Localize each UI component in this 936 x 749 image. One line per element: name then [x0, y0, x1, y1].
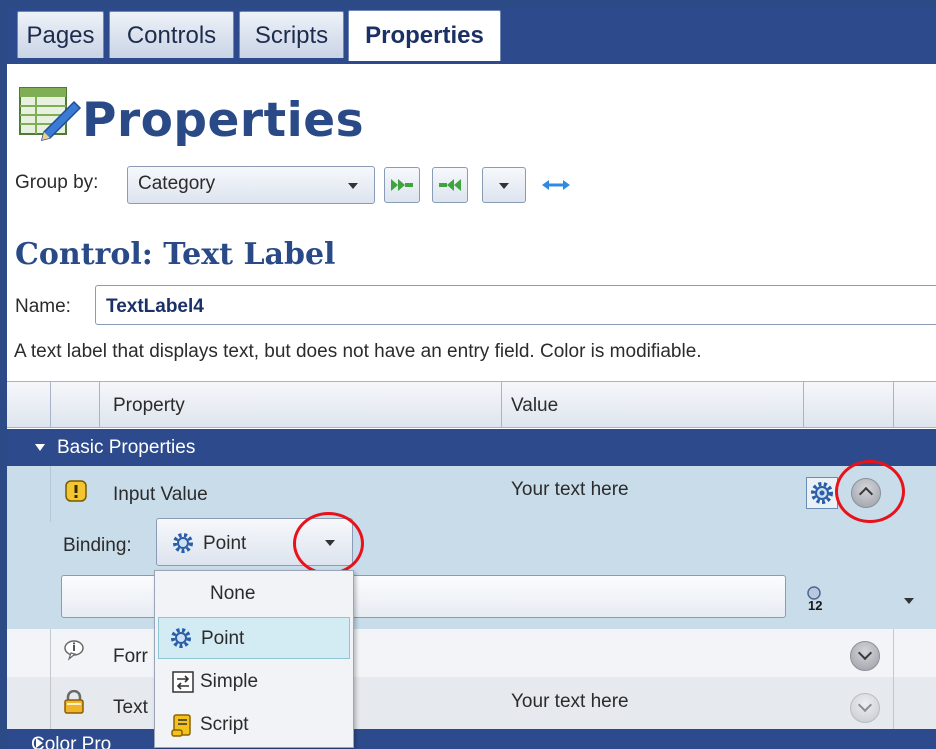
property-value[interactable]: Your text here: [511, 691, 629, 713]
group-label: Color Pro: [31, 734, 112, 749]
annotation-circle: [835, 460, 905, 523]
group-color-properties[interactable]: Color Pro: [7, 729, 936, 749]
dropdown-icon: [499, 183, 509, 189]
grid-divider: [803, 381, 804, 428]
option-label: Point: [201, 628, 245, 649]
group-by-value: Category: [138, 173, 216, 194]
scroll-icon: [171, 714, 191, 737]
group-by-label: Group by:: [15, 172, 99, 193]
top-border: [0, 0, 936, 7]
chevron-down-icon: [348, 183, 358, 189]
binding-option-simple[interactable]: Simple: [155, 661, 353, 703]
info-icon: [64, 640, 84, 661]
collapse-triangle-icon[interactable]: [35, 444, 45, 451]
name-value: TextLabel4: [106, 296, 204, 317]
collapse-all-button[interactable]: [432, 167, 468, 203]
binding-label: Binding:: [63, 535, 132, 556]
collapse-all-icon: [439, 179, 461, 191]
grid-divider: [99, 381, 100, 428]
tab-properties[interactable]: Properties: [348, 10, 501, 61]
property-name: Text: [113, 697, 148, 718]
expand-binding-button[interactable]: [850, 693, 880, 723]
gear-icon: [171, 628, 191, 648]
resize-arrow-icon[interactable]: [540, 177, 572, 193]
tab-scripts[interactable]: Scripts: [239, 11, 344, 58]
option-label: Script: [200, 714, 249, 735]
left-border: [0, 0, 7, 749]
tab-controls[interactable]: Controls: [109, 11, 234, 58]
name-label: Name:: [15, 296, 71, 317]
properties-panel: Pages Controls Scripts Properties Proper…: [0, 0, 936, 749]
page-title: Properties: [82, 93, 365, 148]
group-label: Basic Properties: [57, 437, 196, 458]
name-field[interactable]: TextLabel4: [95, 285, 936, 325]
option-label: Simple: [200, 671, 259, 692]
gear-icon: [173, 533, 193, 553]
grid-divider: [50, 381, 51, 428]
options-dropdown-button[interactable]: [482, 167, 526, 203]
property-value[interactable]: Your text here: [511, 479, 629, 501]
binding-value: Point: [203, 533, 247, 554]
property-name: Forr: [113, 646, 148, 667]
control-description: A text label that displays text, but doe…: [14, 341, 702, 362]
group-by-select[interactable]: Category: [127, 166, 375, 204]
lock-icon: [64, 690, 84, 714]
chevron-down-icon[interactable]: [904, 598, 914, 604]
gear-icon[interactable]: [806, 477, 838, 509]
grid-divider: [893, 381, 894, 428]
chevron-down-icon: [857, 697, 873, 713]
grid-divider: [501, 381, 502, 428]
grid-divider: [50, 466, 51, 522]
tag-number-icon[interactable]: 12: [804, 583, 836, 613]
warning-icon: [65, 480, 87, 502]
group-basic-properties[interactable]: Basic Properties: [7, 429, 936, 466]
properties-pencil-icon: [19, 87, 82, 142]
expand-binding-button[interactable]: [850, 641, 880, 671]
binding-option-point[interactable]: Point: [158, 617, 350, 659]
chevron-down-icon: [857, 645, 873, 661]
grid-divider: [50, 629, 51, 729]
binding-option-none[interactable]: None: [155, 573, 353, 615]
svg-text:12: 12: [808, 598, 822, 613]
binding-option-script[interactable]: Script: [155, 704, 353, 746]
control-title: Control: Text Label: [15, 237, 336, 272]
expand-all-button[interactable]: [384, 167, 420, 203]
grid-divider: [893, 629, 894, 729]
option-label: None: [210, 583, 256, 604]
swap-icon: [172, 671, 194, 693]
expand-all-icon: [391, 179, 413, 191]
column-header-value[interactable]: Value: [511, 395, 558, 417]
annotation-circle: [293, 512, 364, 575]
column-header-property[interactable]: Property: [113, 395, 185, 417]
binding-dropdown-list: None Point Simple Script: [154, 570, 354, 748]
tab-pages[interactable]: Pages: [17, 11, 104, 58]
property-name: Input Value: [113, 484, 208, 505]
